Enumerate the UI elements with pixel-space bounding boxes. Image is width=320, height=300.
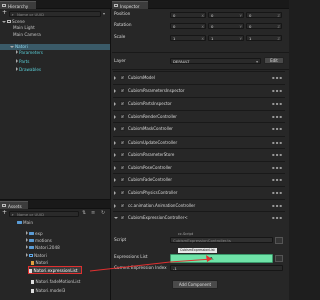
- drag-annotation-arrow: [89, 255, 213, 272]
- drag-arrow-head: [206, 255, 212, 262]
- drag-arrow-line: [89, 258, 213, 272]
